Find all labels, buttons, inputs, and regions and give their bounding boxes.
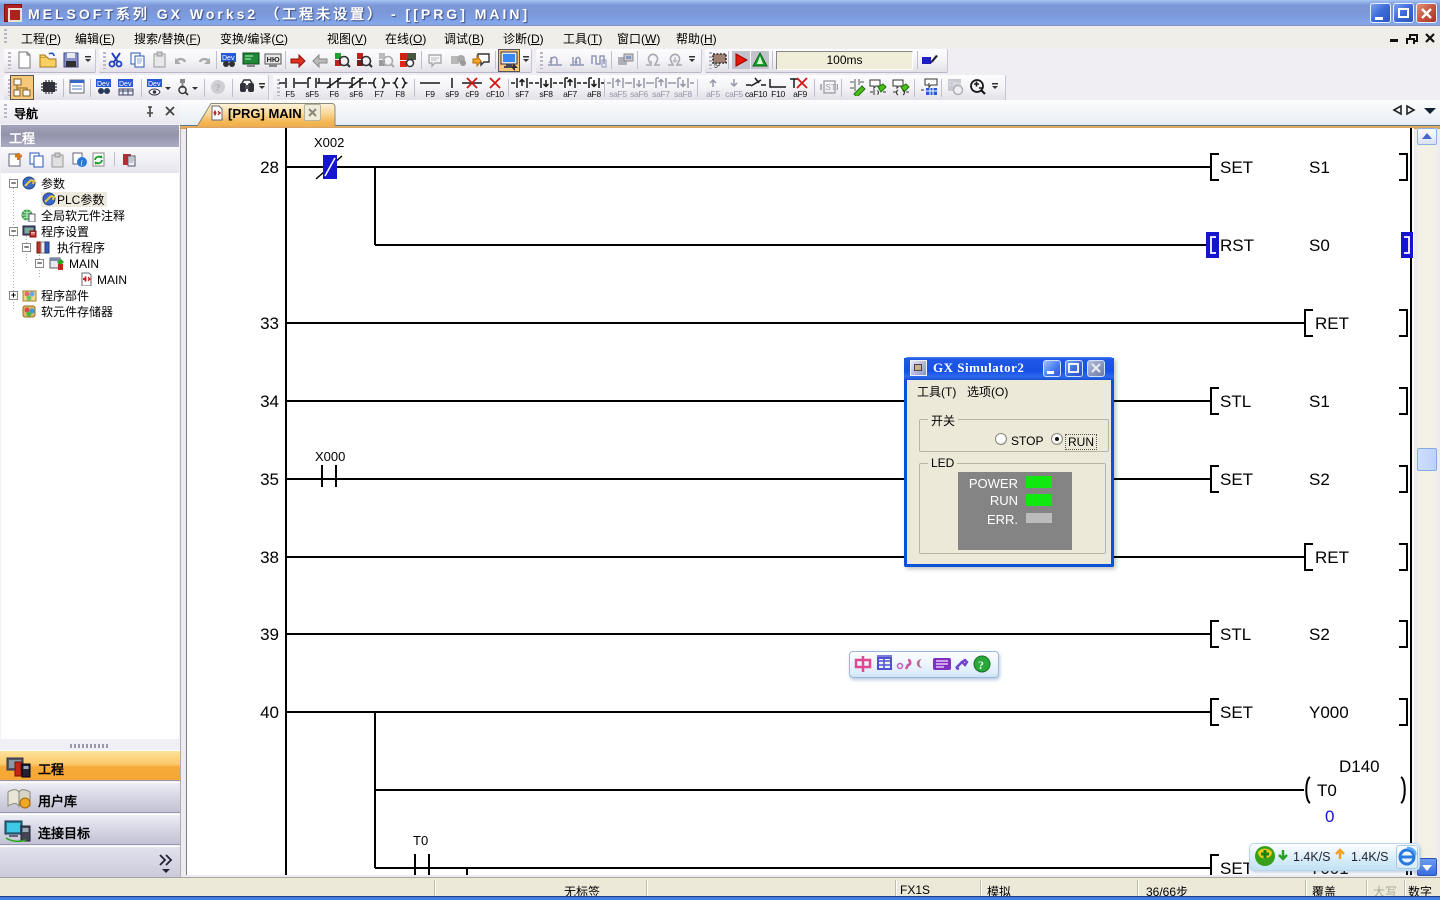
svg-text:S1: S1 [1309,392,1330,411]
svg-text:S2: S2 [1309,625,1330,644]
svg-text:28: 28 [260,158,279,177]
svg-text:T0: T0 [413,833,428,848]
svg-text:40: 40 [260,703,279,722]
svg-text:X000: X000 [315,449,345,464]
svg-text:S2: S2 [1309,470,1330,489]
svg-text:ST: ST [826,83,836,92]
svg-text:S1: S1 [1309,158,1330,177]
svg-text:STL: STL [1220,392,1251,411]
svg-text:34: 34 [260,392,279,411]
svg-text:1.4K/S: 1.4K/S [1293,850,1331,864]
svg-text:X002: X002 [314,135,344,150]
svg-text:0: 0 [1325,807,1334,826]
svg-text:33: 33 [260,314,279,333]
svg-text:5²: 5² [714,63,721,69]
svg-text:1.4K/S: 1.4K/S [1351,850,1389,864]
svg-text:RET: RET [1315,314,1349,333]
svg-text:Dev: Dev [148,81,161,88]
svg-text:35: 35 [260,470,279,489]
svg-text:SET: SET [1220,470,1253,489]
svg-text:RST: RST [1220,236,1254,255]
svg-text:?: ? [215,82,221,94]
svg-text:D140: D140 [1339,757,1380,776]
svg-text:Y000: Y000 [1309,703,1349,722]
svg-text:STL: STL [1220,625,1251,644]
svg-text:Dev: Dev [97,81,110,88]
svg-text:38: 38 [260,548,279,567]
svg-text:i: i [81,159,83,168]
svg-text:Dev: Dev [222,55,235,62]
svg-text:SET: SET [1220,158,1253,177]
svg-text:RET: RET [1315,548,1349,567]
svg-text:SET: SET [1220,703,1253,722]
svg-text:?: ? [978,658,984,672]
svg-text:39: 39 [260,625,279,644]
svg-text:HЮ: HЮ [267,55,280,64]
svg-text:S0: S0 [1309,236,1330,255]
svg-text:T0: T0 [1317,781,1337,800]
svg-text:Dev: Dev [119,81,132,88]
